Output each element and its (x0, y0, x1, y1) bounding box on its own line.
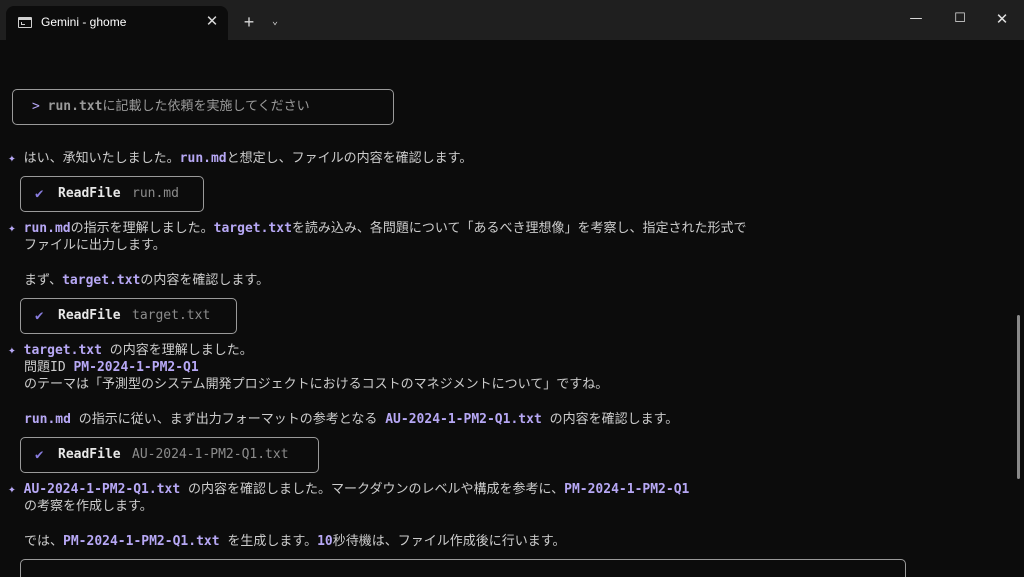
tool-call-box: ✔ ReadFile AU-2024-1-PM2-Q1.txt (20, 437, 319, 473)
gemini-star-icon: ✦ (8, 343, 16, 358)
gemini-star-icon: ✦ (8, 151, 16, 166)
tool-name: ReadFile (58, 308, 121, 323)
close-window-button[interactable]: ✕ (982, 4, 1022, 34)
tab-title: Gemini - ghome (41, 15, 127, 29)
tab-close-icon[interactable]: ✕ (202, 12, 222, 32)
tool-argument: target.txt (132, 308, 211, 323)
response-line: ✦ run.mdの指示を理解しました。target.txtを読み込み、各問題につ… (8, 221, 747, 236)
check-icon: ✔ (35, 308, 44, 324)
tab-gemini-ghome[interactable]: Gemini - ghome ✕ (6, 6, 228, 40)
tool-name: ReadFile (58, 447, 121, 462)
tool-name: ReadFile (58, 186, 121, 201)
tool-argument: AU-2024-1-PM2-Q1.txt (132, 447, 289, 462)
prompt-prefix: > (32, 99, 40, 114)
prompt-file: run.txt (47, 99, 103, 114)
response-line: ✦ はい、承知いたしました。run.mdと想定し、ファイルの内容を確認します。 (8, 151, 473, 166)
scrollbar-thumb[interactable] (1017, 315, 1020, 479)
maximize-button[interactable]: ☐ (940, 4, 980, 34)
tool-call-box: ✔ ReadFile target.txt (20, 298, 237, 334)
response-line: ファイルに出力します。 (24, 238, 166, 253)
prompt-line: > run.txtに記載した依頼を実施してください (32, 99, 310, 115)
user-prompt-box: > run.txtに記載した依頼を実施してください (12, 89, 394, 125)
prompt-text: に記載した依頼を実施してください (102, 99, 310, 114)
response-line: のテーマは「予測型のシステム開発プロジェクトにおけるコストのマネジメントについて… (24, 377, 609, 392)
response-line: run.md の指示に従い、まず出力フォーマットの参考となる AU-2024-1… (24, 412, 679, 427)
terminal-icon (18, 17, 32, 28)
check-icon: ✔ (35, 186, 44, 202)
new-tab-button[interactable]: + (237, 10, 261, 34)
scrollbar[interactable] (1014, 40, 1024, 577)
terminal-window: Gemini - ghome ✕ + ⌄ — ☐ ✕ > run.txtに記載し… (0, 0, 1024, 577)
tool-argument: run.md (132, 186, 179, 201)
response-line: まず、target.txtの内容を確認します。 (24, 273, 270, 288)
minimize-button[interactable]: — (896, 4, 936, 34)
tool-call-box (20, 559, 906, 577)
response-line: ✦ AU-2024-1-PM2-Q1.txt の内容を確認しました。マークダウン… (8, 482, 690, 497)
response-line: の考察を作成します。 (24, 499, 153, 514)
chevron-down-icon[interactable]: ⌄ (266, 10, 284, 34)
terminal-output[interactable]: > run.txtに記載した依頼を実施してください ✦ はい、承知いたしました。… (0, 40, 1012, 577)
title-bar: Gemini - ghome ✕ + ⌄ — ☐ ✕ (0, 0, 1024, 40)
response-line: では、PM-2024-1-PM2-Q1.txt を生成します。10秒待機は、ファ… (24, 534, 566, 549)
response-line: 問題ID PM-2024-1-PM2-Q1 (24, 360, 199, 375)
tool-call-box: ✔ ReadFile run.md (20, 176, 204, 212)
check-icon: ✔ (35, 447, 44, 463)
response-line: ✦ target.txt の内容を理解しました。 (8, 343, 253, 358)
gemini-star-icon: ✦ (8, 221, 16, 236)
gemini-star-icon: ✦ (8, 482, 16, 497)
